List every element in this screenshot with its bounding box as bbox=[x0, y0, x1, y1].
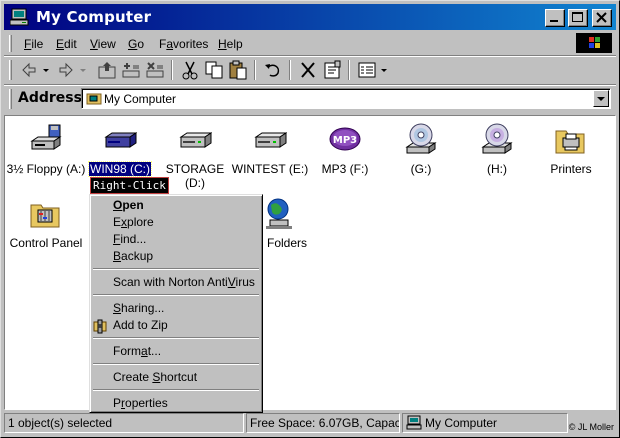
drive-mp3-f[interactable]: MP3 MP3 (F:) bbox=[305, 122, 385, 176]
floppy-drive-icon bbox=[6, 122, 86, 158]
context-separator bbox=[93, 389, 259, 391]
item-label: 3½ Floppy (A:) bbox=[6, 162, 86, 176]
mp3-drive-icon: MP3 bbox=[305, 122, 385, 158]
item-label-line2: (D:) bbox=[185, 176, 205, 190]
drive-cd-g[interactable]: (G:) bbox=[381, 122, 461, 176]
disconnect-drive-icon[interactable] bbox=[144, 59, 166, 81]
context-item-find[interactable]: Find... bbox=[113, 232, 146, 246]
hard-drive-icon bbox=[230, 122, 310, 158]
item-label: MP3 (F:) bbox=[321, 162, 369, 176]
menu-favorites[interactable]: Favorites bbox=[159, 37, 208, 51]
forward-dropdown-icon[interactable] bbox=[78, 59, 88, 81]
title-bar[interactable]: My Computer bbox=[4, 4, 616, 30]
paste-icon[interactable] bbox=[227, 59, 249, 81]
explorer-window: My Computer File Edit View Go Favorites … bbox=[0, 0, 620, 438]
menu-view[interactable]: View bbox=[90, 37, 116, 51]
back-icon[interactable] bbox=[18, 59, 40, 81]
map-drive-icon[interactable] bbox=[120, 59, 142, 81]
address-dropdown-button[interactable] bbox=[593, 90, 609, 107]
context-separator bbox=[93, 268, 259, 270]
item-label: Printers bbox=[550, 162, 592, 176]
menu-go[interactable]: Go bbox=[128, 37, 144, 51]
context-item-create-shortcut[interactable]: Create Shortcut bbox=[113, 370, 197, 384]
control-panel-folder[interactable]: Control Panel bbox=[6, 196, 86, 250]
drive-wintest-e[interactable]: WINTEST (E:) bbox=[230, 122, 310, 176]
toolbar-grip[interactable] bbox=[9, 60, 12, 80]
standard-toolbar bbox=[4, 57, 616, 83]
windows-logo-icon bbox=[576, 33, 612, 53]
close-button[interactable] bbox=[592, 9, 612, 27]
item-label: (H:) bbox=[487, 162, 507, 176]
window-title: My Computer bbox=[36, 8, 152, 26]
hard-drive-icon bbox=[80, 122, 160, 158]
menu-grip[interactable] bbox=[9, 35, 12, 52]
undo-icon[interactable] bbox=[262, 59, 284, 81]
cd-drive-icon bbox=[457, 122, 537, 158]
context-item-explore[interactable]: Explore bbox=[113, 215, 154, 229]
menu-file[interactable]: File bbox=[24, 37, 43, 51]
hard-drive-icon bbox=[155, 122, 235, 158]
toolbar-separator bbox=[289, 60, 291, 80]
toolbar-separator bbox=[171, 60, 173, 80]
drive-c[interactable]: WIN98 (C:) bbox=[80, 122, 160, 177]
item-label: WINTEST (E:) bbox=[231, 162, 309, 176]
drive-floppy-a[interactable]: 3½ Floppy (A:) bbox=[6, 122, 86, 176]
context-item-add-to-zip[interactable]: Add to Zip bbox=[113, 318, 168, 332]
menu-edit[interactable]: Edit bbox=[56, 37, 77, 51]
views-dropdown-icon[interactable] bbox=[379, 59, 389, 81]
copy-icon[interactable] bbox=[203, 59, 225, 81]
context-item-properties[interactable]: Properties bbox=[113, 396, 168, 410]
copyright-watermark: © JL Moller bbox=[568, 422, 614, 432]
context-menu: Open Explore Find... Backup Scan with No… bbox=[89, 194, 263, 413]
printers-folder-icon bbox=[531, 122, 611, 158]
cut-icon[interactable] bbox=[179, 59, 201, 81]
address-bar: Address My Computer bbox=[4, 86, 616, 112]
menu-bar: File Edit View Go Favorites Help bbox=[4, 32, 616, 54]
drive-cd-h[interactable]: (H:) bbox=[457, 122, 537, 176]
views-icon[interactable] bbox=[356, 59, 378, 81]
forward-icon[interactable] bbox=[55, 59, 77, 81]
item-label-line1: STORAGE bbox=[165, 162, 225, 176]
menu-help[interactable]: Help bbox=[218, 37, 243, 51]
properties-icon[interactable] bbox=[321, 59, 343, 81]
status-location: My Computer bbox=[402, 413, 568, 433]
back-dropdown-icon[interactable] bbox=[41, 59, 51, 81]
context-item-norton-scan[interactable]: Scan with Norton AntiVirus bbox=[113, 275, 255, 289]
item-label: WIN98 (C:) bbox=[88, 161, 152, 177]
context-item-open[interactable]: Open bbox=[113, 198, 144, 212]
status-selection: 1 object(s) selected bbox=[4, 413, 244, 433]
status-bar: 1 object(s) selected Free Space: 6.07GB,… bbox=[4, 412, 616, 433]
context-item-sharing[interactable]: Sharing... bbox=[113, 301, 164, 315]
control-panel-icon bbox=[6, 196, 86, 232]
context-item-format[interactable]: Format... bbox=[113, 344, 161, 358]
right-click-annotation: Right-Click bbox=[90, 177, 169, 194]
minimize-button[interactable] bbox=[545, 9, 565, 27]
my-computer-small-icon bbox=[406, 415, 422, 432]
my-computer-icon[interactable] bbox=[9, 8, 30, 26]
address-input[interactable]: My Computer bbox=[81, 88, 611, 109]
context-separator bbox=[93, 294, 259, 296]
up-folder-icon[interactable] bbox=[96, 59, 118, 81]
delete-icon[interactable] bbox=[297, 59, 319, 81]
status-free-space: Free Space: 6.07GB, Capacity bbox=[246, 413, 400, 433]
context-separator bbox=[93, 337, 259, 339]
maximize-button[interactable] bbox=[568, 9, 588, 27]
item-label: (G:) bbox=[410, 162, 432, 176]
toolbar-separator bbox=[348, 60, 350, 80]
address-grip[interactable] bbox=[9, 89, 12, 109]
status-location-text: My Computer bbox=[425, 416, 498, 430]
cd-drive-icon bbox=[381, 122, 461, 158]
item-label: Control Panel bbox=[9, 236, 83, 250]
toolbar-separator bbox=[254, 60, 256, 80]
winzip-icon bbox=[92, 318, 108, 337]
address-value: My Computer bbox=[104, 92, 177, 106]
context-item-backup[interactable]: Backup bbox=[113, 249, 153, 263]
mp3-badge-text: MP3 bbox=[333, 135, 357, 146]
printers-folder[interactable]: Printers bbox=[531, 122, 611, 176]
address-label: Address bbox=[18, 90, 82, 106]
context-separator bbox=[93, 363, 259, 365]
my-computer-small-icon bbox=[86, 92, 102, 109]
